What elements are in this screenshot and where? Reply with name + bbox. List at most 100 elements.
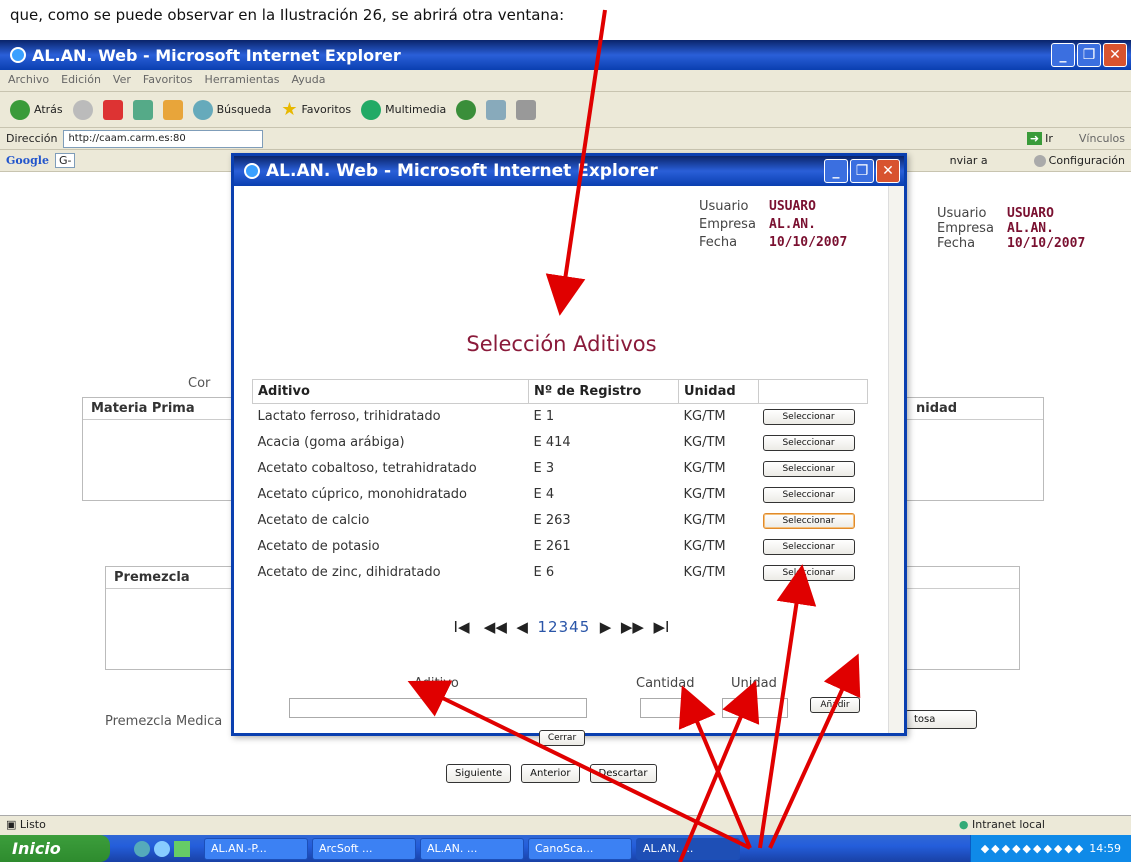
page-title: Selección Aditivos xyxy=(466,332,657,356)
cell-registro: E 6 xyxy=(533,565,555,580)
search-label: Búsqueda xyxy=(216,103,272,116)
send-to-menu[interactable]: nviar a xyxy=(950,154,988,167)
taskbar: Inicio AL.AN.-P... ArcSoft ... AL.AN. ..… xyxy=(0,835,1131,862)
popup-body: Usuario USUARO Empresa AL.AN. Fecha 10/10/2… xyxy=(234,186,889,746)
add-button[interactable]: Añadir xyxy=(810,697,860,713)
task-canoscan[interactable]: CanoSca... xyxy=(528,837,632,860)
descartar-button[interactable]: Descartar xyxy=(589,764,657,783)
unidad-input[interactable] xyxy=(722,698,788,718)
anterior-button[interactable]: Anterior xyxy=(521,764,580,783)
unidad-partial-header: nidad xyxy=(916,401,958,416)
favorites-button[interactable]: ★ Favoritos xyxy=(281,99,351,120)
next-page-icon[interactable]: ▶ xyxy=(600,618,612,636)
nav-buttons: Siguiente Anterior Descartar xyxy=(446,764,657,783)
aditivo-input[interactable] xyxy=(289,698,587,718)
quicklaunch-icon-2[interactable] xyxy=(154,840,170,857)
links-label[interactable]: Vínculos xyxy=(1079,132,1125,145)
bg-user-info: Usuario USUARO Empresa AL.AN. Fecha 10/10/2… xyxy=(937,206,1085,251)
home-icon[interactable] xyxy=(162,99,183,120)
seleccionar-button[interactable]: Seleccionar xyxy=(762,409,855,426)
next-block-icon[interactable]: ▶▶ xyxy=(621,618,644,636)
start-button[interactable]: Inicio xyxy=(0,835,110,862)
address-input[interactable]: http://caam.carm.es:80 xyxy=(63,129,264,148)
maximize-button[interactable]: ❐ xyxy=(1077,43,1101,67)
siguiente-button[interactable]: Siguiente xyxy=(446,764,512,783)
table-row: Acetato cúprico, monohidratado E 4 KG/TM… xyxy=(253,482,868,508)
aditivos-popup-window: AL.AN. Web - Microsoft Internet Explorer… xyxy=(231,153,907,746)
forward-arrow-icon[interactable] xyxy=(72,99,93,120)
bg-user-label: Usuario xyxy=(937,206,987,221)
bg-date-label: Fecha xyxy=(937,236,976,251)
tosa-button[interactable]: tosa xyxy=(905,710,977,729)
stop-icon[interactable] xyxy=(102,99,123,120)
print-icon[interactable] xyxy=(516,99,537,120)
menu-archivo[interactable]: Archivo xyxy=(8,73,49,88)
prev-block-icon[interactable]: ◀◀ xyxy=(484,618,507,636)
back-button[interactable]: Atrás xyxy=(10,99,63,120)
table-row: Acetato cobaltoso, tetrahidratado E 3 KG… xyxy=(253,456,868,482)
popup-minimize-button[interactable]: _ xyxy=(824,159,848,183)
first-page-icon[interactable]: I◀ xyxy=(454,618,470,636)
col-aditivo: Aditivo xyxy=(252,379,529,404)
cell-aditivo: Acetato cúprico, monohidratado xyxy=(257,487,468,502)
multimedia-label: Multimedia xyxy=(385,103,447,116)
seleccionar-button[interactable]: Seleccionar xyxy=(762,513,855,529)
popup-maximize-button[interactable]: ❐ xyxy=(850,159,874,183)
task-alan-2[interactable]: AL.AN. ... xyxy=(636,837,740,860)
company-label: Empresa xyxy=(699,217,756,232)
cell-aditivo: Lactato ferroso, trihidratado xyxy=(257,409,441,425)
cell-registro: E 1 xyxy=(533,409,555,425)
task-alan-1[interactable]: AL.AN. ... xyxy=(420,837,524,860)
seleccionar-button[interactable]: Seleccionar xyxy=(762,435,855,451)
seleccionar-button[interactable]: Seleccionar xyxy=(762,461,855,477)
bg-partial-label: Cor xyxy=(188,376,211,391)
table-row: Lactato ferroso, trihidratado E 1 KG/TM … xyxy=(253,404,868,430)
go-button[interactable]: ➜ Ir xyxy=(1026,132,1053,145)
ie-icon xyxy=(10,47,26,63)
menu-favoritos[interactable]: Favoritos xyxy=(143,73,193,88)
seleccionar-button[interactable]: Seleccionar xyxy=(762,565,855,581)
cell-aditivo: Acetato de potasio xyxy=(257,539,380,554)
quicklaunch-ie-icon[interactable] xyxy=(134,840,150,857)
seleccionar-button[interactable]: Seleccionar xyxy=(762,487,855,503)
menu-herramientas[interactable]: Herramientas xyxy=(205,73,280,88)
bg-company-label: Empresa xyxy=(937,221,994,236)
star-icon: ★ xyxy=(281,99,298,120)
task-word[interactable]: AL.AN.-P... xyxy=(204,837,308,860)
unidad-label: Unidad xyxy=(731,676,777,691)
history-icon[interactable] xyxy=(456,99,477,120)
back-label: Atrás xyxy=(34,103,63,116)
user-value: USUARO xyxy=(769,199,816,214)
mail-icon[interactable] xyxy=(486,99,507,120)
menu-edicion[interactable]: Edición xyxy=(61,73,101,88)
close-button[interactable]: ✕ xyxy=(1103,43,1127,67)
cell-unidad: KG/TM xyxy=(683,539,726,554)
menu-ayuda[interactable]: Ayuda xyxy=(291,73,325,88)
cantidad-label: Cantidad xyxy=(636,676,695,691)
search-button[interactable]: Búsqueda xyxy=(192,99,272,120)
favorites-label: Favoritos xyxy=(301,103,352,116)
bg-company-value: AL.AN. xyxy=(1007,221,1054,236)
col-action xyxy=(758,379,868,404)
close-popup-button[interactable]: Cerrar xyxy=(539,730,585,746)
aditivo-label: Aditivo xyxy=(414,676,459,691)
minimize-button[interactable]: _ xyxy=(1051,43,1075,67)
prev-page-icon[interactable]: ◀ xyxy=(516,618,528,636)
popup-title: AL.AN. Web - Microsoft Internet Explorer xyxy=(266,161,658,181)
task-arcsoft[interactable]: ArcSoft ... xyxy=(312,837,416,860)
last-page-icon[interactable]: ▶I xyxy=(654,618,670,636)
cantidad-input[interactable] xyxy=(640,698,696,718)
premezcla-medica-label: Premezcla Medica xyxy=(105,714,223,729)
settings-button[interactable]: Configuración xyxy=(1033,154,1125,167)
settings-icon xyxy=(1033,154,1046,167)
menu-ver[interactable]: Ver xyxy=(113,73,131,88)
refresh-icon[interactable] xyxy=(132,99,153,120)
quicklaunch-icon-3[interactable] xyxy=(174,840,190,857)
seleccionar-button[interactable]: Seleccionar xyxy=(762,539,855,555)
cell-registro: E 4 xyxy=(533,487,555,502)
google-search-input[interactable]: G- xyxy=(54,153,76,168)
popup-scrollbar[interactable] xyxy=(888,186,904,733)
page-numbers[interactable]: 12345 xyxy=(538,618,591,636)
multimedia-button[interactable]: Multimedia xyxy=(361,99,447,120)
popup-close-button[interactable]: ✕ xyxy=(876,159,900,183)
